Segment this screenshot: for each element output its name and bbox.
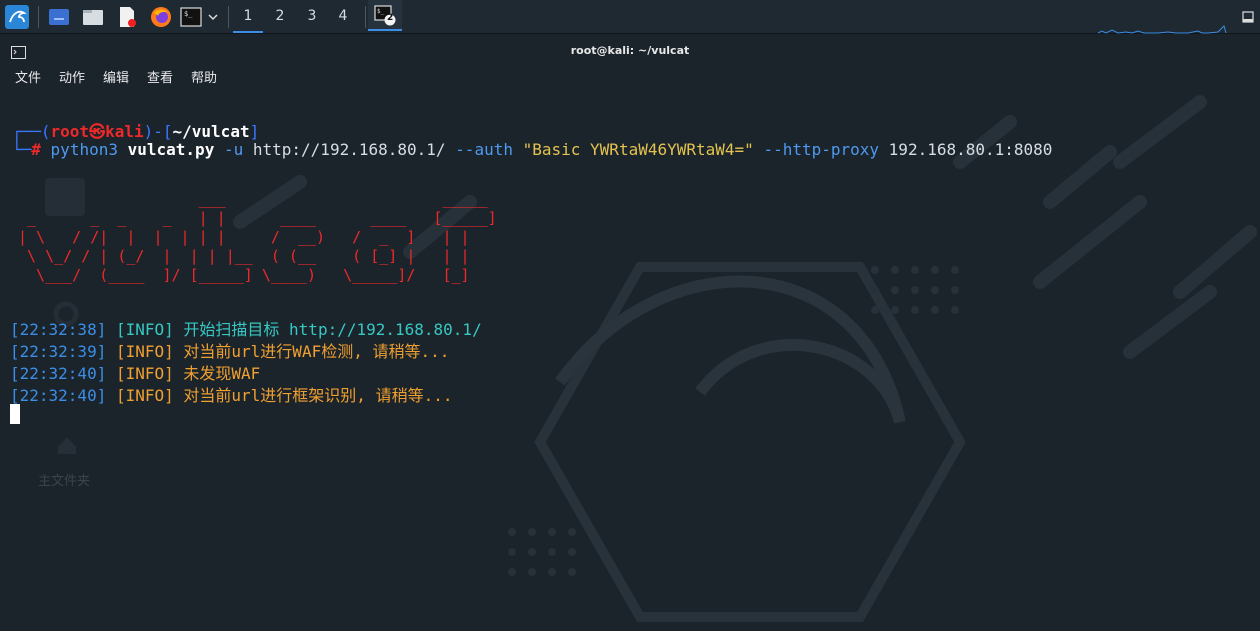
taskbar: $_ 1 2 3 4 $_ 2: [0, 0, 1260, 34]
tray-icon[interactable]: [1238, 3, 1258, 31]
workspace-1[interactable]: 1: [233, 0, 263, 33]
log-line: [22:32:40] [INFO] 对当前url进行框架识别, 请稍等...: [10, 386, 453, 405]
menubar: 文件 动作 编辑 查看 帮助: [0, 66, 1260, 92]
menu-help[interactable]: 帮助: [191, 66, 217, 92]
log-line: [22:32:39] [INFO] 对当前url进行WAF检测, 请稍等...: [10, 342, 450, 361]
banner-line: \ \_/ / | (_/ | | | |__ ( (__ ( [_] | | …: [18, 247, 506, 265]
vulcat-banner: ___ _____ _ _ _ _ | | ____ ____ [_____] …: [18, 190, 506, 285]
chevron-down-icon[interactable]: [205, 3, 221, 31]
task-count-badge: 2: [387, 13, 394, 23]
banner-line: \___/ (____ ]/ [_____] \____) \_____]/ […: [18, 266, 506, 284]
log-line: [22:32:38] [INFO] 开始扫描目标 http://192.168.…: [10, 320, 482, 339]
terminal-task-icon[interactable]: $_ 2: [368, 0, 402, 31]
text-editor-icon[interactable]: [114, 3, 140, 31]
window-titlebar[interactable]: root@kali: ~/vulcat: [0, 35, 1260, 66]
file-manager-icon[interactable]: [80, 3, 106, 31]
menu-edit[interactable]: 编辑: [103, 66, 129, 92]
command-line: └─# python3 vulcat.py -u http://192.168.…: [12, 140, 1053, 159]
banner-line: ___ _____: [18, 190, 506, 208]
home-folder-icon: [58, 437, 76, 454]
banner-line: _ _ _ _ | | ____ ____ [_____]: [18, 209, 506, 227]
menu-action[interactable]: 动作: [59, 66, 85, 92]
text-cursor: [10, 404, 20, 424]
desktop-icon[interactable]: [46, 3, 72, 31]
workspace-4[interactable]: 4: [328, 0, 358, 33]
svg-text:$_: $_: [184, 10, 193, 18]
prompt-line-1: ┌──(root㉿kali)-[~/vulcat]: [12, 122, 260, 141]
svg-text:$_: $_: [377, 8, 385, 15]
terminal-icon[interactable]: $_: [178, 3, 204, 31]
workspace-3[interactable]: 3: [297, 0, 327, 33]
firefox-icon[interactable]: [148, 3, 174, 31]
workspace-2[interactable]: 2: [265, 0, 295, 33]
window-title: root@kali: ~/vulcat: [570, 44, 690, 57]
log-line: [22:32:40] [INFO] 未发现WAF: [10, 364, 261, 383]
home-folder-label: 主文件夹: [38, 474, 91, 489]
menu-file[interactable]: 文件: [15, 66, 41, 92]
menu-view[interactable]: 查看: [147, 66, 173, 92]
terminal-area[interactable]: 主文件夹 ┌──(root㉿kali)-[~/vulcat] └─# pytho…: [0, 92, 1260, 631]
banner-line: | \ / /| | | | | | / __) / _ ] | |: [18, 228, 506, 246]
kali-dragon-icon[interactable]: [3, 3, 31, 31]
network-graph: [1098, 25, 1227, 34]
